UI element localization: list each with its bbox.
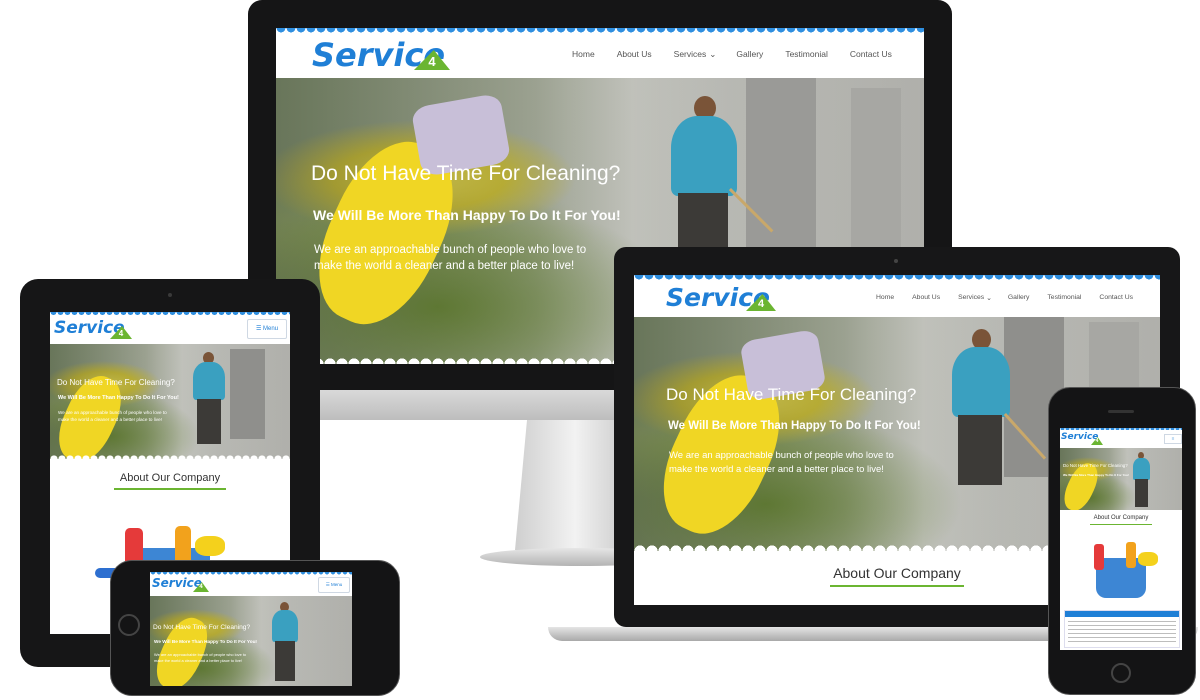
hero-text-line1: We are an approachable bunch of people w…	[314, 244, 587, 256]
tablet-about: About Our Company	[50, 472, 290, 492]
hero-subtitle: We Will Be More Than Happy To Do It For …	[58, 395, 179, 401]
hero-subtitle: We Will Be More Than Happy To Do It For …	[154, 639, 257, 644]
hero-title: Do Not Have Time For Cleaning?	[666, 385, 917, 404]
hero-text-line1: We are an approachable bunch of people w…	[154, 652, 247, 657]
menu-label: Menu	[263, 326, 279, 332]
hero-glove	[150, 611, 216, 686]
hero-title: Do Not Have Time For Cleaning?	[1063, 463, 1128, 468]
header-wave	[150, 572, 352, 575]
nav-home[interactable]: Home	[876, 294, 894, 302]
supply-bottle	[1094, 544, 1104, 570]
laptop-nav: Home About Us Services ⌄ Gallery Testimo…	[876, 294, 1133, 302]
hero-door	[230, 349, 265, 439]
hero-person-legs	[197, 399, 221, 444]
menu-button[interactable]: ☰	[1164, 434, 1182, 444]
nav-home[interactable]: Home	[572, 49, 595, 60]
nav-services[interactable]: Services	[674, 49, 707, 60]
nav-testimonial[interactable]: Testimonial	[785, 49, 828, 60]
nav-contact-us[interactable]: Contact Us	[1099, 294, 1133, 302]
cleaning-supplies-image	[1074, 532, 1168, 604]
hero-title: Do Not Have Time For Cleaning?	[57, 378, 175, 387]
nav-about-us[interactable]: About Us	[912, 294, 940, 302]
menu-label: Menu	[331, 582, 343, 587]
nav-services[interactable]: Services	[958, 294, 984, 302]
menu-button[interactable]: ☰ Menu	[318, 577, 350, 593]
about-info-box-text	[1068, 621, 1176, 643]
hero-text-line2: make the world a cleaner and a better pl…	[314, 260, 575, 272]
phone-portrait-home-button[interactable]	[1111, 663, 1131, 683]
phone-landscape-screen: Service 4 ☰ Menu Do Not Have Time For Cl…	[150, 572, 352, 686]
header-wave	[50, 312, 290, 316]
laptop-camera	[894, 259, 898, 263]
phone-portrait-site-header: Service 4 ☰	[1060, 428, 1182, 448]
chevron-down-icon: ⌄	[709, 49, 717, 59]
chevron-down-icon: ⌄	[986, 295, 992, 302]
hero-person-body	[272, 610, 298, 642]
hero-title: Do Not Have Time For Cleaning?	[153, 624, 251, 631]
about-info-box-header	[1065, 611, 1179, 617]
monitor-site-header: Service 4 Home About Us Services ⌄ Galle…	[276, 28, 924, 78]
about-title: About Our Company	[1093, 515, 1149, 521]
about-underline	[1090, 524, 1152, 525]
hero-person-body	[952, 347, 1010, 417]
header-wave	[276, 28, 924, 34]
hero-person-legs	[678, 193, 728, 253]
nav-about-us[interactable]: About Us	[617, 49, 652, 60]
hero-subtitle: We Will Be More Than Happy To Do It For …	[313, 207, 621, 223]
nav-contact-us[interactable]: Contact Us	[850, 49, 892, 60]
hero-text-line2: make the world a cleaner and a better pl…	[154, 658, 243, 663]
about-title: About Our Company	[119, 472, 221, 484]
phone-landscape-logo[interactable]: Service	[152, 576, 202, 590]
hero-subtitle: We Will Be More Than Happy To Do It For …	[668, 420, 921, 432]
phone-portrait-screen: Service 4 ☰ Do Not Have Time For Cleanin…	[1060, 428, 1182, 650]
about-underline	[114, 488, 226, 490]
header-wave	[1060, 428, 1182, 431]
hamburger-icon: ☰	[1171, 437, 1175, 441]
phone-landscape-site-header: Service 4 ☰ Menu	[150, 572, 352, 596]
hero-text-line2: make the world a cleaner and a better pl…	[58, 417, 162, 422]
hero-text-line1: We are an approachable bunch of people w…	[58, 410, 167, 415]
tablet-camera	[168, 293, 172, 297]
hero-text-line1: We are an approachable bunch of people w…	[669, 450, 894, 461]
nav-gallery[interactable]: Gallery	[1008, 294, 1030, 302]
supply-glove	[1138, 552, 1158, 566]
phone-portrait-speaker	[1108, 410, 1134, 413]
monitor-nav: Home About Us Services ⌄ Gallery Testimo…	[572, 49, 892, 60]
nav-gallery[interactable]: Gallery	[736, 49, 763, 60]
hero-title: Do Not Have Time For Cleaning?	[311, 162, 621, 185]
hero-text-line2: make the world a cleaner and a better pl…	[669, 464, 884, 475]
hero-door	[746, 78, 816, 258]
tablet-hero: Do Not Have Time For Cleaning? We Will B…	[50, 344, 290, 459]
header-wave	[634, 275, 1160, 281]
hamburger-icon: ☰	[255, 326, 264, 332]
supply-glove	[195, 536, 225, 556]
tablet-site-header: Service 4 ☰ Menu	[50, 312, 290, 344]
hero-door	[851, 88, 901, 248]
hero-person-body	[1133, 458, 1150, 480]
phone-landscape-hero: Do Not Have Time For Cleaning? We Will B…	[150, 596, 352, 686]
hero-person-body	[193, 362, 225, 400]
menu-button[interactable]: ☰ Menu	[247, 319, 287, 339]
nav-testimonial[interactable]: Testimonial	[1047, 294, 1081, 302]
about-info-box	[1064, 610, 1180, 648]
phone-portrait-about: About Our Company	[1060, 515, 1182, 529]
supply-bottle	[1126, 542, 1136, 568]
phone-portrait-logo[interactable]: Service	[1061, 432, 1098, 442]
phone-portrait-hero: Do Not Have Time For Cleaning? We Will B…	[1060, 448, 1182, 510]
hero-person-legs	[275, 641, 295, 681]
hero-wave	[50, 454, 290, 459]
hero-subtitle: We Will Be More Than Happy To Do It For …	[1063, 473, 1129, 477]
laptop-site-header: Service 4 Home About Us Services ⌄ Galle…	[634, 275, 1160, 317]
hero-person-body	[671, 116, 737, 196]
about-underline	[830, 585, 964, 587]
phone-landscape-home-button[interactable]	[118, 614, 140, 636]
hero-person-legs	[1135, 479, 1148, 507]
hero-person-legs	[958, 415, 1002, 485]
